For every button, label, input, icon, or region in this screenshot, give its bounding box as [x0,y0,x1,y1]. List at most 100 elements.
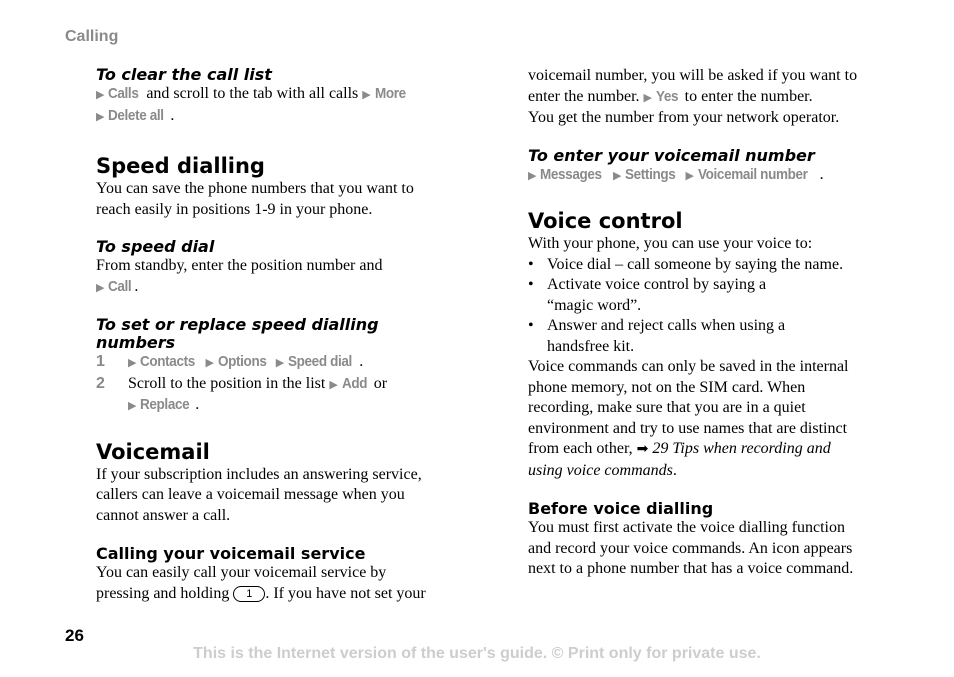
heading-enter-voicemail-number: To enter your voicemail number [528,145,815,165]
before-voice-dialling-body: You must first activate the voice dialli… [528,518,918,580]
voice-control-intro: With your phone, you can use your voice … [528,235,813,252]
speed-dialling-body: You can save the phone numbers that you … [96,179,476,220]
menu-arrow-icon: ▶ [128,356,137,369]
step-number: 1 [96,353,105,370]
punctuation: . [195,396,200,413]
menu-arrow-icon: ▶ [362,88,371,101]
menu-arrow-icon: ▶ [685,168,694,182]
menu-arrow-icon: ▶ [205,356,214,369]
key-1-icon: 1 [233,585,266,602]
chapter-title: Calling [65,28,119,45]
body-line: callers can leave a voicemail message wh… [96,486,405,503]
heading-clear-call-list: To clear the call list [96,65,272,84]
body-line: From standby, enter the position number … [96,257,383,274]
menu-item-contacts: Contacts [140,353,196,370]
heading-calling-voicemail-service: Calling your voicemail service [96,544,366,563]
heading-line: To set or replace speed dialling [96,315,379,334]
punctuation: . [672,461,677,479]
heading-voice-control: Voice control [528,209,683,233]
body-line: enter the number. [528,87,644,105]
heading-line: numbers [96,333,176,352]
menu-item-delete-all: Delete all [108,106,165,124]
body-line: to enter the number. [680,87,813,105]
arrow-right-icon: ➡ [636,442,649,457]
step-1: 1 ▶ Contacts ▶ Options ▶ Speed dial. [96,352,476,374]
punctuation: . [134,277,139,295]
bullet-icon: • [528,317,534,334]
menu-item-replace: Replace [140,396,190,413]
body-line: You must first activate the voice dialli… [528,519,845,536]
body-line: recording, make sure that you are in a q… [528,399,806,416]
menu-arrow-icon: ▶ [643,90,652,104]
heading-before-voice-dialling: Before voice dialling [528,499,714,518]
body-line: You can save the phone numbers that you … [96,180,414,197]
body-line: cannot answer a call. [96,506,231,524]
bullet-icon: • [528,255,534,273]
cross-reference-link[interactable]: 29 Tips when recording and [648,440,830,457]
step-2: 2 Scroll to the position in the list ▶ A… [96,374,476,417]
list-item-text: “magic word”. [547,296,642,314]
menu-arrow-icon: ▶ [96,88,105,101]
list-item-text: Voice dial – call someone by saying the … [547,255,844,273]
menu-arrow-icon: ▶ [329,377,338,391]
punctuation: . [359,353,364,370]
menu-arrow-icon: ▶ [275,356,285,369]
menu-item-calls: Calls [108,85,139,102]
heading-set-replace-speed-dialling: To set or replace speed dialling numbers [96,316,476,352]
step-number: 2 [96,374,105,392]
clear-call-list-instructions: ▶ Calls and scroll to the tab with all c… [96,84,476,127]
menu-item-speed-dial: Speed dial [288,353,353,370]
enter-voicemail-instructions: ▶ Messages ▶ Settings ▶ Voicemail number… [528,165,918,187]
body-line: You can easily call your voicemail servi… [96,564,387,581]
menu-item-messages: Messages [540,165,603,183]
menu-item-add: Add [341,374,368,392]
menu-item-more: More [374,85,406,102]
menu-arrow-icon: ▶ [612,168,622,182]
voice-control-list: • Voice dial – call someone by saying th… [528,255,918,358]
heading-speed-dialling: Speed dialling [96,154,265,178]
menu-item-options: Options [217,353,267,370]
heading-to-speed-dial: To speed dial [96,237,215,256]
voicemail-body: If your subscription includes an answeri… [96,465,476,527]
heading-voicemail: Voicemail [96,439,210,464]
calling-voicemail-body: You can easily call your voicemail servi… [96,563,476,604]
list-item-text: Answer and reject calls when using a [547,317,786,334]
menu-item-yes: Yes [655,87,679,105]
body-line: . If you have not set your [265,584,426,602]
page-number: 26 [65,626,84,645]
instruction-text: and scroll to the tab with all calls [142,85,363,102]
step-text: or [369,374,388,392]
body-line: Voice commands can only be saved in the … [528,358,849,375]
footer-disclaimer: This is the Internet version of the user… [193,645,761,662]
menu-item-call: Call [108,277,132,295]
right-column: voicemail number, you will be asked if y… [528,66,918,580]
cross-reference-link[interactable]: using voice commands [528,462,673,479]
body-line: environment and try to use names that ar… [528,419,848,437]
bullet-icon: • [528,276,534,293]
step-text: Scroll to the position in the list [128,374,330,392]
body-line: phone memory, not on the SIM card. When [528,378,806,396]
menu-arrow-icon: ▶ [96,280,105,294]
menu-arrow-icon: ▶ [128,399,137,412]
body-line: reach easily in positions 1-9 in your ph… [96,200,373,218]
body-line: voicemail number, you will be asked if y… [528,67,858,84]
punctuation: . [170,106,175,124]
body-line: next to a phone number that has a voice … [528,560,854,577]
list-item: • Voice dial – call someone by saying th… [528,255,918,276]
body-line: and record your voice commands. An icon … [528,539,853,557]
voicemail-continued: voicemail number, you will be asked if y… [528,66,918,129]
menu-item-voicemail-number: Voicemail number [697,165,808,183]
body-line: You get the number from your network ope… [528,109,840,126]
punctuation: . [819,165,824,183]
list-item-text: handsfree kit. [547,337,635,355]
body-line: If your subscription includes an answeri… [96,465,422,483]
menu-arrow-icon: ▶ [528,168,537,182]
list-item: • Answer and reject calls when using a ha… [528,316,918,357]
body-line: from each other, [528,440,637,457]
body-line: pressing and holding [96,584,234,602]
list-item: • Activate voice control by saying a “mag… [528,275,918,316]
voice-control-body: Voice commands can only be saved in the … [528,357,918,481]
menu-item-settings: Settings [625,165,676,183]
to-speed-dial-body: From standby, enter the position number … [96,256,476,298]
list-item-text: Activate voice control by saying a [547,276,767,293]
